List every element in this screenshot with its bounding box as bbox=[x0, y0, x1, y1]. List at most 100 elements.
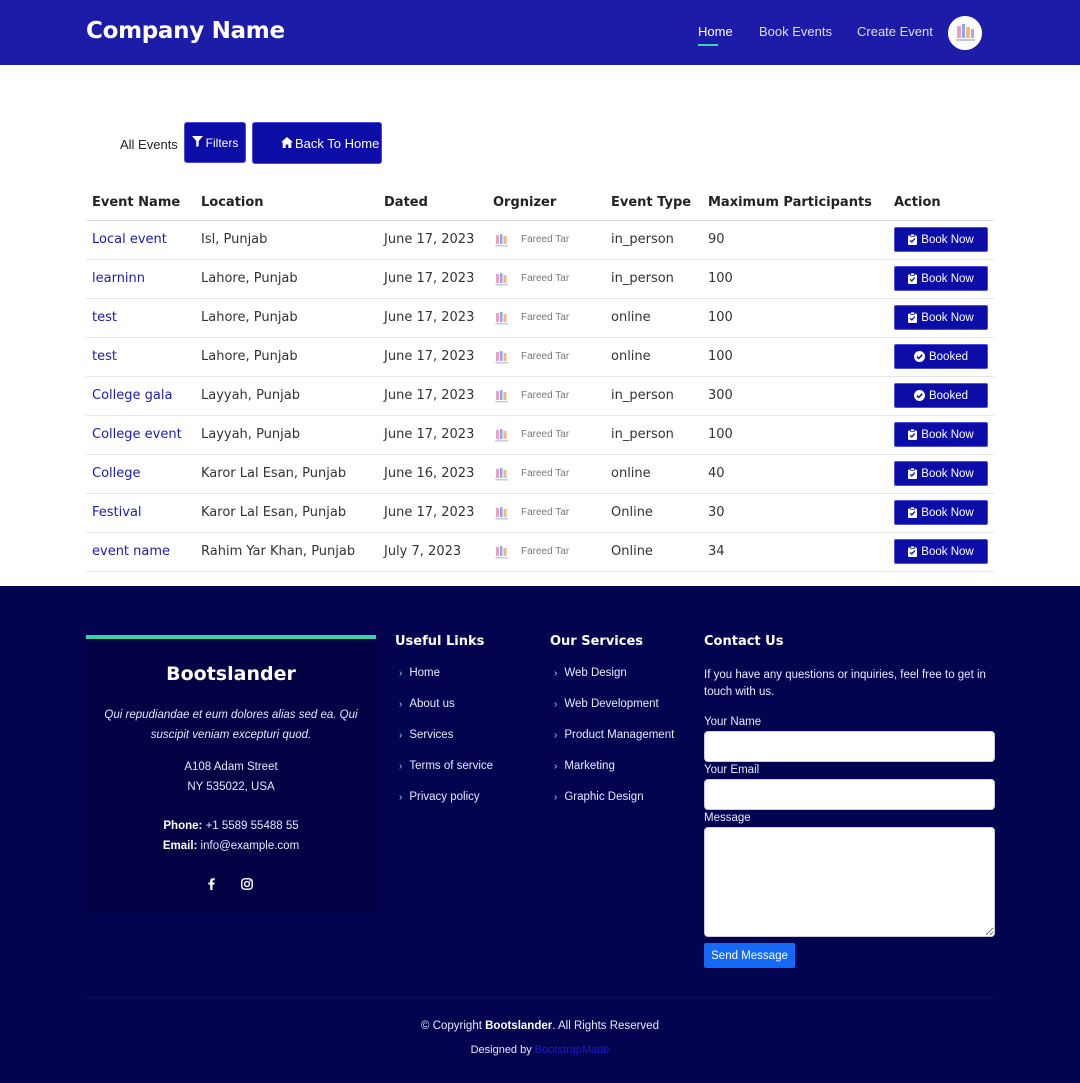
event-max-participants: 100 bbox=[702, 259, 888, 299]
action-label: Booked bbox=[928, 350, 968, 363]
nav-home[interactable]: Home bbox=[698, 24, 733, 39]
book-now-button[interactable]: Book Now bbox=[894, 461, 988, 486]
event-organizer-cell: Fareed Tar bbox=[487, 454, 605, 494]
table-row: Festival Karor Lal Esan, Punjab June 17, 2… bbox=[86, 493, 994, 533]
event-name-link[interactable]: learninn bbox=[86, 259, 195, 299]
book-now-button[interactable]: Book Now bbox=[894, 305, 988, 330]
clipboard-check-icon bbox=[908, 468, 918, 479]
service-link-0[interactable]: › Web Design bbox=[554, 667, 627, 679]
book-now-button[interactable]: Book Now bbox=[894, 227, 988, 252]
event-name-link[interactable]: Festival bbox=[86, 493, 195, 533]
table-row: College event Layyah, Punjab June 17, 2023… bbox=[86, 415, 994, 455]
useful-link-2[interactable]: › Services bbox=[399, 729, 453, 741]
booked-button[interactable]: Booked bbox=[894, 383, 988, 408]
event-max-participants: 100 bbox=[702, 415, 888, 455]
organizer-avatar bbox=[493, 464, 511, 483]
service-link-1[interactable]: › Web Development bbox=[554, 698, 659, 710]
filters-button[interactable]: Filters bbox=[184, 122, 246, 163]
event-location: Karor Lal Esan, Punjab bbox=[195, 454, 378, 494]
organizer-avatar bbox=[493, 386, 511, 405]
event-organizer-cell: Fareed Tar bbox=[487, 493, 605, 533]
event-organizer-cell: Fareed Tar bbox=[487, 415, 605, 455]
your-name-label: Your Name bbox=[704, 716, 762, 728]
event-date: June 17, 2023 bbox=[378, 259, 487, 299]
event-name-link[interactable]: College bbox=[86, 454, 195, 494]
service-link-2[interactable]: › Product Management bbox=[554, 729, 674, 741]
our-services-heading: Our Services bbox=[550, 634, 644, 649]
organizer-name: Fareed Tar bbox=[521, 507, 570, 518]
all-events-label: All Events bbox=[120, 137, 178, 152]
user-avatar[interactable] bbox=[948, 16, 982, 50]
book-now-button[interactable]: Book Now bbox=[894, 266, 988, 291]
instagram-icon[interactable] bbox=[238, 875, 256, 893]
event-action-cell: Book Now bbox=[888, 220, 994, 260]
chevron-right-icon: › bbox=[399, 760, 403, 772]
service-link-4[interactable]: › Graphic Design bbox=[554, 791, 644, 803]
your-name-input[interactable] bbox=[704, 731, 995, 762]
event-name-link[interactable]: test bbox=[86, 298, 195, 338]
event-name-link[interactable]: College event bbox=[86, 415, 195, 455]
event-action-cell: Book Now bbox=[888, 493, 994, 533]
event-type: Online bbox=[605, 493, 702, 533]
action-label: Booked bbox=[928, 389, 968, 402]
event-action-cell: Book Now bbox=[888, 298, 994, 338]
your-email-input[interactable] bbox=[704, 779, 995, 810]
table-row: learninn Lahore, Punjab June 17, 2023 Faree… bbox=[86, 259, 994, 299]
useful-link-0[interactable]: › Home bbox=[399, 667, 440, 679]
organizer-name: Fareed Tar bbox=[521, 351, 570, 362]
chevron-right-icon: › bbox=[554, 760, 558, 772]
check-circle-icon bbox=[913, 390, 925, 401]
useful-links-heading: Useful Links bbox=[395, 634, 485, 649]
footer-brand-title: Bootslander bbox=[166, 663, 296, 685]
message-textarea[interactable] bbox=[704, 827, 995, 937]
designed-by-text: Designed by BootstrapMade bbox=[0, 1044, 1080, 1056]
event-date: June 17, 2023 bbox=[378, 337, 487, 377]
table-row: College Karor Lal Esan, Punjab June 16, 20… bbox=[86, 454, 994, 494]
back-to-home-button[interactable]: Back To Home bbox=[252, 122, 382, 164]
organizer-avatar bbox=[493, 425, 511, 444]
filter-icon bbox=[191, 135, 203, 150]
booked-button[interactable]: Booked bbox=[894, 344, 988, 369]
designer-link[interactable]: BootstrapMade bbox=[535, 1044, 610, 1056]
event-name-link[interactable]: test bbox=[86, 337, 195, 377]
footer-brand-box: Bootslander Qui repudiandae et eum dolor… bbox=[86, 635, 376, 913]
event-name-link[interactable]: event name bbox=[86, 532, 195, 572]
column-header-event-type: Event Type bbox=[605, 186, 702, 221]
event-organizer-cell: Fareed Tar bbox=[487, 220, 605, 260]
event-date: June 17, 2023 bbox=[378, 493, 487, 533]
book-now-button[interactable]: Book Now bbox=[894, 500, 988, 525]
contact-description: If you have any questions or inquiries, … bbox=[704, 669, 986, 698]
footer-brand-quote: Qui repudiandae et eum dolores alias sed… bbox=[104, 709, 358, 741]
phone-label: Phone: bbox=[163, 820, 203, 832]
organizer-name: Fareed Tar bbox=[521, 390, 570, 401]
column-header-organizer: Orgnizer bbox=[487, 186, 605, 221]
useful-link-3[interactable]: › Terms of service bbox=[399, 760, 493, 772]
book-now-button[interactable]: Book Now bbox=[894, 422, 988, 447]
useful-link-4[interactable]: › Privacy policy bbox=[399, 791, 480, 803]
footer-link-label: About us bbox=[409, 698, 455, 710]
event-max-participants: 300 bbox=[702, 376, 888, 416]
nav-create-event[interactable]: Create Event bbox=[857, 24, 933, 39]
event-name-link[interactable]: College gala bbox=[86, 376, 195, 416]
email-value[interactable]: info@example.com bbox=[201, 840, 300, 852]
event-location: Lahore, Punjab bbox=[195, 298, 378, 338]
check-circle-icon bbox=[913, 351, 925, 362]
event-organizer-cell: Fareed Tar bbox=[487, 337, 605, 377]
event-location: Isl, Punjab bbox=[195, 220, 378, 260]
book-now-button[interactable]: Book Now bbox=[894, 539, 988, 564]
send-message-button[interactable]: Send Message bbox=[704, 943, 795, 968]
event-location: Layyah, Punjab bbox=[195, 415, 378, 455]
action-label: Book Now bbox=[921, 233, 974, 246]
service-link-3[interactable]: › Marketing bbox=[554, 760, 615, 772]
table-row: College gala Layyah, Punjab June 17, 2023 F… bbox=[86, 376, 994, 416]
table-row: test Lahore, Punjab June 17, 2023 Fareed Ta… bbox=[86, 298, 994, 338]
company-logo[interactable]: Company Name bbox=[86, 18, 285, 44]
event-max-participants: 90 bbox=[702, 220, 888, 260]
active-nav-indicator bbox=[698, 44, 718, 46]
organizer-name: Fareed Tar bbox=[521, 234, 570, 245]
event-name-link[interactable]: Local event bbox=[86, 220, 195, 260]
nav-book-events[interactable]: Book Events bbox=[759, 24, 832, 39]
action-label: Book Now bbox=[921, 272, 974, 285]
facebook-icon[interactable] bbox=[202, 875, 220, 893]
useful-link-1[interactable]: › About us bbox=[399, 698, 455, 710]
